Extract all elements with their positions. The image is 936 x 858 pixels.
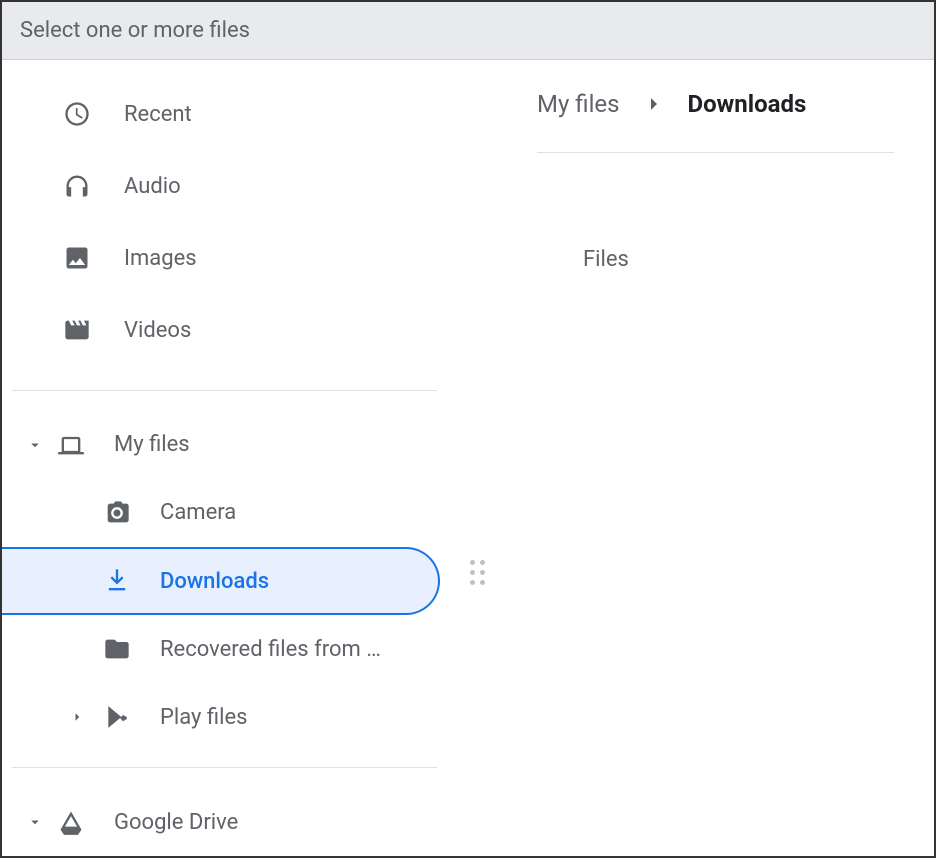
files-section-heading: Files (537, 247, 894, 272)
chevron-down-icon[interactable] (24, 434, 46, 456)
breadcrumb-current: Downloads (688, 90, 807, 118)
sidebar-divider (12, 767, 437, 768)
sidebar-item-label: Videos (124, 318, 191, 343)
sidebar-item-recent[interactable]: Recent (2, 78, 447, 150)
image-icon (62, 243, 92, 273)
breadcrumb-root[interactable]: My files (537, 90, 620, 118)
sidebar-item-play-files[interactable]: Play files (2, 683, 447, 751)
sidebar-item-label: Downloads (160, 569, 269, 594)
sidebar-item-label: Camera (160, 500, 236, 525)
chevron-right-icon[interactable] (66, 706, 88, 728)
sidebar-item-audio[interactable]: Audio (2, 150, 447, 222)
folder-icon (102, 634, 132, 664)
window-title: Select one or more files (2, 2, 934, 60)
chevron-right-icon (642, 92, 666, 116)
camera-icon (102, 498, 132, 528)
sidebar-item-label: Images (124, 246, 197, 271)
headphones-icon (62, 171, 92, 201)
sidebar: Recent Audio Images (2, 60, 447, 856)
body: Recent Audio Images (2, 60, 934, 856)
sidebar-item-images[interactable]: Images (2, 222, 447, 294)
clock-icon (62, 99, 92, 129)
sidebar-resize-handle[interactable] (470, 560, 490, 590)
sidebar-item-my-files[interactable]: My files (2, 411, 447, 479)
google-play-icon (102, 702, 132, 732)
sidebar-item-google-drive[interactable]: Google Drive (2, 788, 447, 856)
sidebar-quick-access: Recent Audio Images (2, 78, 447, 386)
sidebar-item-recovered-files[interactable]: Recovered files from … (2, 615, 447, 683)
sidebar-item-label: My files (114, 432, 190, 457)
breadcrumb: My files Downloads (537, 90, 894, 118)
main-panel: My files Downloads Files (447, 60, 934, 856)
file-picker-window: Select one or more files Recent Audio (0, 0, 936, 858)
sidebar-item-videos[interactable]: Videos (2, 294, 447, 366)
movie-icon (62, 315, 92, 345)
laptop-icon (56, 430, 86, 460)
sidebar-item-label: Audio (124, 174, 181, 199)
google-drive-icon (56, 807, 86, 837)
sidebar-item-label: Google Drive (114, 810, 238, 835)
sidebar-item-downloads[interactable]: Downloads (2, 547, 440, 615)
sidebar-item-camera[interactable]: Camera (2, 479, 447, 547)
sidebar-divider (12, 390, 437, 391)
chevron-down-icon[interactable] (24, 811, 46, 833)
breadcrumb-divider (537, 152, 894, 153)
download-icon (102, 566, 132, 596)
sidebar-item-label: Recent (124, 102, 192, 127)
sidebar-item-label: Recovered files from … (160, 637, 381, 662)
sidebar-item-label: Play files (160, 705, 247, 730)
